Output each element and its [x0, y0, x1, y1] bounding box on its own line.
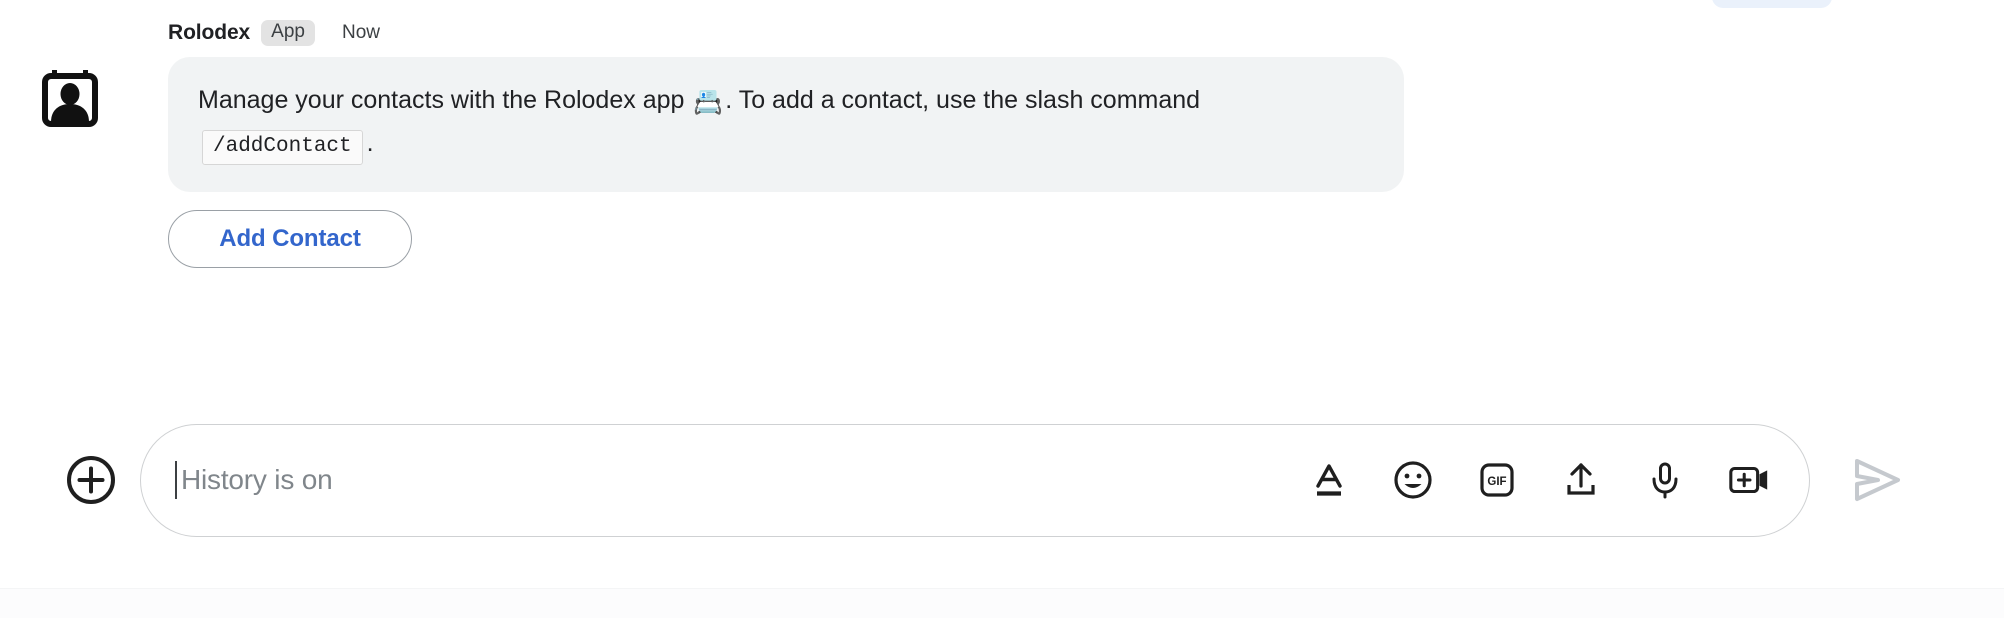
add-contact-button[interactable]: Add Contact — [168, 210, 412, 268]
message-input-placeholder: History is on — [181, 464, 333, 495]
app-badge: App — [261, 19, 315, 47]
message-text-part3: . — [366, 129, 374, 157]
text-caret — [175, 461, 177, 499]
add-video-button[interactable] — [1727, 458, 1771, 502]
emoji-icon — [1394, 461, 1432, 499]
clipped-top-pill — [1712, 0, 1832, 8]
chat-message: Rolodex App Now Manage your contacts wit… — [0, 18, 2004, 268]
message-text-part2: . To add a contact, use the slash comman… — [725, 86, 1201, 114]
message-timestamp: Now — [341, 22, 380, 43]
avatar-column — [0, 18, 140, 128]
send-button[interactable] — [1840, 443, 1914, 517]
message-bubble: Manage your contacts with the Rolodex ap… — [168, 57, 1404, 192]
upload-file-icon — [1567, 463, 1595, 495]
svg-text:GIF: GIF — [1487, 476, 1506, 488]
message-text-part1: Manage your contacts with the Rolodex ap… — [198, 86, 692, 114]
plus-circle-icon — [67, 456, 115, 504]
avatar — [39, 66, 101, 128]
send-arrow-icon — [1855, 459, 1900, 501]
format-text-icon — [1316, 464, 1342, 496]
emoji-button[interactable] — [1391, 458, 1435, 502]
microphone-icon — [1652, 462, 1678, 499]
message-actions: Add Contact — [168, 210, 2004, 268]
microphone-button[interactable] — [1643, 458, 1687, 502]
upload-file-button[interactable] — [1559, 458, 1603, 502]
message-header: Rolodex App Now — [140, 18, 2004, 48]
format-text-button[interactable] — [1307, 458, 1351, 502]
slash-command-chip: /addContact — [202, 130, 363, 165]
add-attachment-button[interactable] — [56, 445, 126, 515]
composer-toolbar: GIF — [1307, 458, 1779, 502]
gif-button[interactable]: GIF — [1475, 458, 1519, 502]
message-input-area[interactable]: History is on — [175, 425, 1307, 536]
gif-icon: GIF — [1480, 463, 1514, 497]
sender-name: Rolodex — [168, 21, 251, 44]
message-input-shell[interactable]: History is on GIF — [140, 423, 1810, 537]
message-composer: History is on GIF — [0, 400, 2004, 560]
bottom-band — [0, 589, 2004, 618]
add-video-icon — [1729, 466, 1768, 494]
card-index-emoji: 📇 — [693, 89, 724, 116]
message-column: Rolodex App Now Manage your contacts wit… — [140, 18, 2004, 268]
rolodex-contact-card-icon — [42, 70, 98, 127]
